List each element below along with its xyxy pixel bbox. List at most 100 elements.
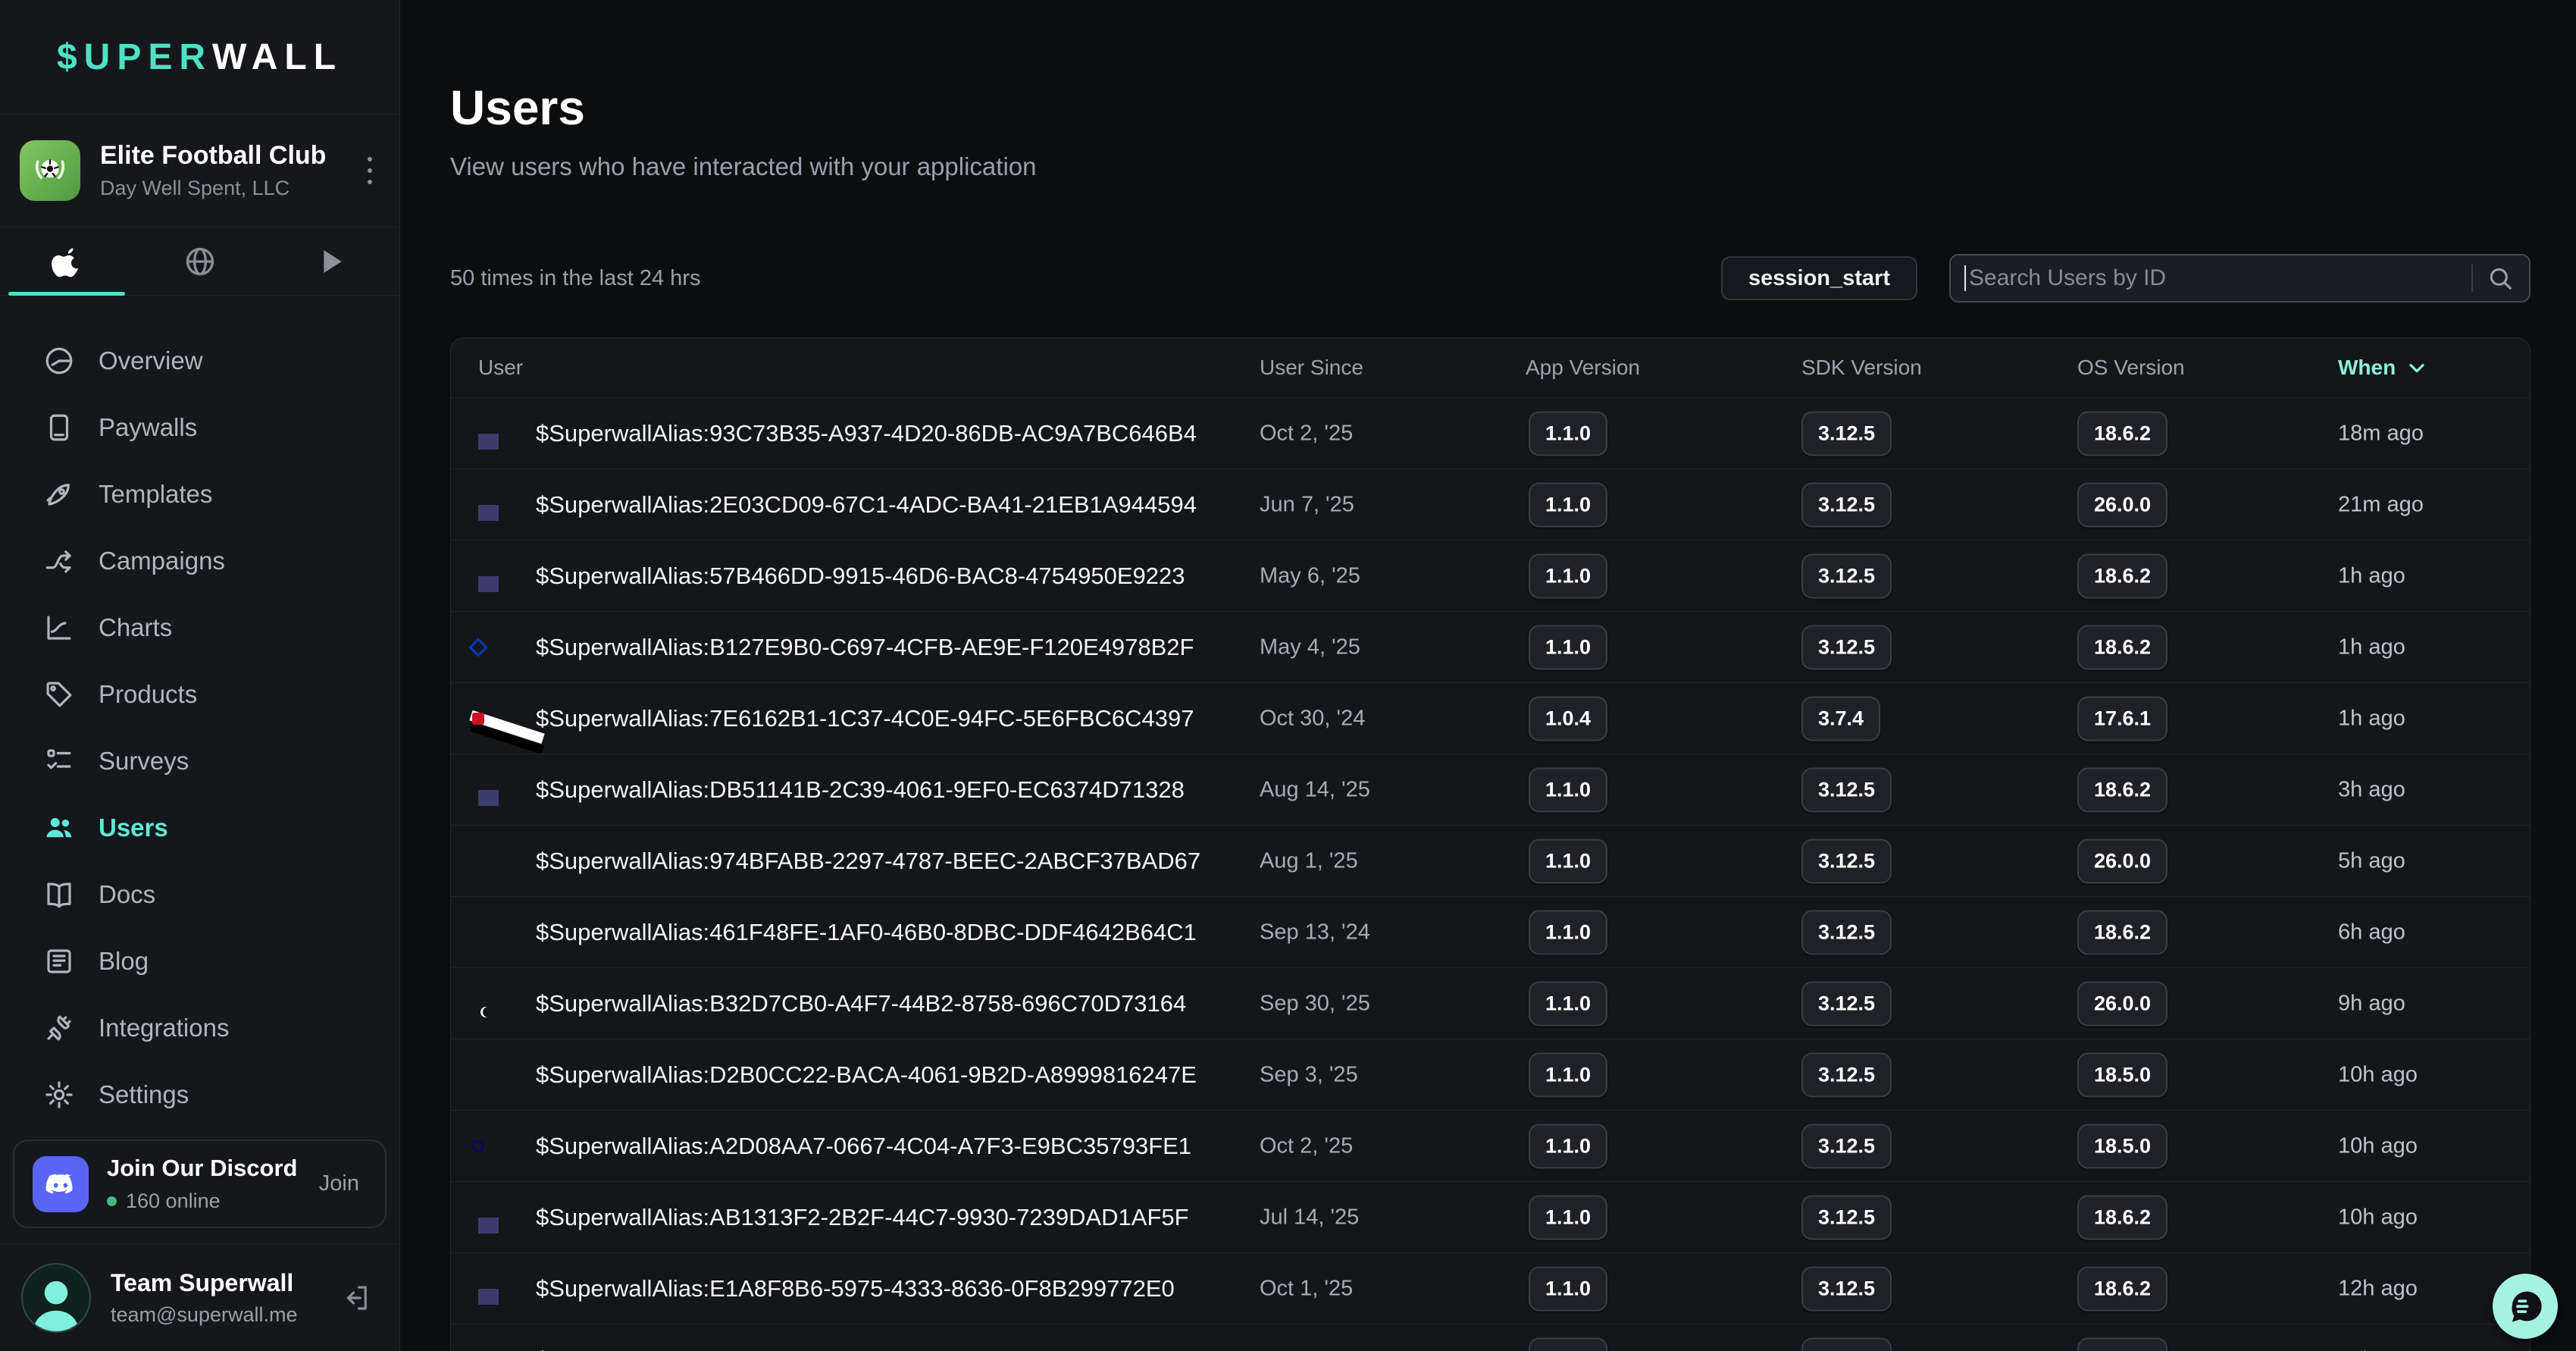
sidebar-item-settings[interactable]: Settings — [0, 1061, 399, 1128]
table-row[interactable]: $SuperwallAlias:461F48FE-1AF0-46B0-8DBC-… — [451, 896, 2530, 967]
logo-accent-text: $UPER — [57, 36, 212, 78]
search-box[interactable] — [1949, 254, 2531, 302]
last-seen: 6h ago — [2338, 920, 2405, 945]
templates-icon — [42, 478, 76, 511]
app-version-badge: 1.1.0 — [1529, 1195, 1607, 1240]
chat-fab-button[interactable] — [2493, 1274, 2558, 1339]
sdk-version-badge: 3.12.5 — [1801, 553, 1892, 598]
sidebar-item-docs[interactable]: Docs — [0, 861, 399, 928]
table-row[interactable]: $SuperwallAlias:93C73B35-A937-4D20-86DB-… — [451, 397, 2530, 469]
table-row[interactable]: $SuperwallAlias:7E6162B1-1C37-4C0E-94FC-… — [451, 682, 2530, 754]
discord-title: Join Our Discord — [107, 1155, 301, 1182]
app-version-badge: 1.1.0 — [1529, 910, 1607, 954]
globe-icon — [183, 245, 217, 278]
sidebar-item-products[interactable]: Products — [0, 661, 399, 728]
discord-join-button[interactable]: Join — [319, 1171, 367, 1196]
user-since: May 9, '25 — [1260, 1347, 1360, 1351]
sidebar-item-surveys[interactable]: Surveys — [0, 728, 399, 795]
user-id: $SuperwallAlias:2E03CD09-67C1-4ADC-BA41-… — [536, 491, 1197, 519]
discord-online-count: 160 online — [126, 1190, 221, 1213]
sidebar-item-blog[interactable]: Blog — [0, 928, 399, 995]
table-row[interactable]: $SuperwallAlias:73EBEE98-A448-44EB-87A9-… — [451, 1324, 2530, 1351]
sidebar-item-templates[interactable]: Templates — [0, 461, 399, 528]
workspace-selector[interactable]: Elite Football Club Day Well Spent, LLC — [0, 114, 399, 227]
column-header-os-version: OS Version — [2077, 356, 2185, 380]
sdk-version-badge: 3.12.5 — [1801, 1266, 1892, 1311]
sdk-version-badge: 3.12.5 — [1801, 411, 1892, 456]
campaigns-icon — [42, 544, 76, 578]
sdk-version-badge: 3.12.5 — [1801, 1337, 1892, 1351]
platform-tabs — [0, 227, 399, 296]
column-header-user-since: User Since — [1260, 356, 1363, 380]
user-since: Sep 13, '24 — [1260, 920, 1370, 945]
app-version-badge: 1.1.0 — [1529, 767, 1607, 812]
sidebar-item-charts[interactable]: Charts — [0, 594, 399, 661]
column-header-app-version: App Version — [1526, 356, 1640, 380]
sdk-version-badge: 3.12.5 — [1801, 1052, 1892, 1097]
user-since: Oct 30, '24 — [1260, 706, 1365, 731]
os-version-badge: 18.6.2 — [2077, 910, 2168, 954]
event-filter-button[interactable]: session_start — [1721, 256, 1917, 300]
discord-card[interactable]: Join Our Discord 160 online Join — [13, 1139, 387, 1228]
platform-tab-globe[interactable] — [133, 227, 267, 295]
sidebar-item-users[interactable]: Users — [0, 795, 399, 861]
user-id: $SuperwallAlias:B32D7CB0-A4F7-44B2-8758-… — [536, 990, 1186, 1017]
table-row[interactable]: $SuperwallAlias:974BFABB-2297-4787-BEEC-… — [451, 825, 2530, 896]
os-version-badge: 18.6.2 — [2077, 411, 2168, 456]
column-header-when[interactable]: When — [2338, 356, 2429, 380]
os-version-badge: 26.0.0 — [2077, 981, 2168, 1026]
table-row[interactable]: $SuperwallAlias:AB1313F2-2B2F-44C7-9930-… — [451, 1181, 2530, 1252]
table-row[interactable]: $SuperwallAlias:DB51141B-2C39-4061-9EF0-… — [451, 754, 2530, 825]
discord-icon — [33, 1156, 89, 1212]
sidebar-item-paywalls[interactable]: Paywalls — [0, 394, 399, 461]
search-divider — [2471, 265, 2473, 292]
sidebar-item-label: Overview — [99, 346, 203, 375]
docs-icon — [42, 878, 76, 911]
table-row[interactable]: $SuperwallAlias:57B466DD-9915-46D6-BAC8-… — [451, 540, 2530, 611]
sidebar-item-label: Users — [99, 813, 168, 842]
sidebar-item-label: Templates — [99, 480, 212, 509]
search-icon[interactable] — [2485, 263, 2515, 293]
table-row[interactable]: $SuperwallAlias:A2D08AA7-0667-4C04-A7F3-… — [451, 1110, 2530, 1181]
table-row[interactable]: $SuperwallAlias:B127E9B0-C697-4CFB-AE9E-… — [451, 611, 2530, 682]
search-input[interactable] — [1969, 265, 2459, 291]
table-row[interactable]: $SuperwallAlias:E1A8F8B6-5975-4333-8636-… — [451, 1252, 2530, 1324]
online-status-dot — [107, 1196, 117, 1206]
sidebar-item-label: Surveys — [99, 747, 189, 776]
logout-icon[interactable] — [334, 1276, 378, 1320]
app-version-badge: 1.1.0 — [1529, 1124, 1607, 1168]
os-version-badge: 26.0.0 — [2077, 482, 2168, 527]
account-name: Team Superwall — [111, 1269, 315, 1297]
user-id: $SuperwallAlias:57B466DD-9915-46D6-BAC8-… — [536, 563, 1185, 590]
table-row[interactable]: $SuperwallAlias:B32D7CB0-A4F7-44B2-8758-… — [451, 967, 2530, 1039]
sidebar-item-campaigns[interactable]: Campaigns — [0, 528, 399, 594]
workspace-text: Elite Football Club Day Well Spent, LLC — [100, 141, 340, 200]
sidebar-item-overview[interactable]: Overview — [0, 328, 399, 394]
workspace-menu-button[interactable] — [360, 152, 380, 189]
sdk-version-badge: 3.12.5 — [1801, 1124, 1892, 1168]
workspace-org: Day Well Spent, LLC — [100, 177, 340, 200]
overview-icon — [42, 344, 76, 378]
table-row[interactable]: $SuperwallAlias:2E03CD09-67C1-4ADC-BA41-… — [451, 469, 2530, 540]
sidebar-item-label: Campaigns — [99, 547, 225, 575]
charts-icon — [42, 611, 76, 644]
os-version-badge: 18.6.2 — [2077, 553, 2168, 598]
sidebar-item-label: Paywalls — [99, 413, 197, 442]
last-seen: 10h ago — [2338, 1205, 2418, 1230]
sidebar-item-label: Integrations — [99, 1014, 229, 1042]
sidebar-item-integrations[interactable]: Integrations — [0, 995, 399, 1061]
table-body: $SuperwallAlias:93C73B35-A937-4D20-86DB-… — [451, 397, 2530, 1351]
toolbar-controls: session_start — [1721, 254, 2531, 302]
avatar[interactable] — [21, 1263, 91, 1333]
user-since: Jul 14, '25 — [1260, 1205, 1359, 1230]
platform-tab-google-play[interactable] — [266, 227, 399, 295]
os-version-badge: 17.6.1 — [2077, 696, 2168, 741]
table-row[interactable]: $SuperwallAlias:D2B0CC22-BACA-4061-9B2D-… — [451, 1039, 2530, 1110]
last-seen: 3h ago — [2338, 777, 2405, 802]
app-version-badge: 1.1.0 — [1529, 981, 1607, 1026]
user-since: May 4, '25 — [1260, 635, 1360, 660]
platform-tab-apple[interactable] — [0, 227, 133, 295]
products-icon — [42, 678, 76, 711]
sidebar-nav: Overview Paywalls Templates Campaigns Charts… — [0, 328, 399, 1128]
last-seen: 9h ago — [2338, 991, 2405, 1016]
